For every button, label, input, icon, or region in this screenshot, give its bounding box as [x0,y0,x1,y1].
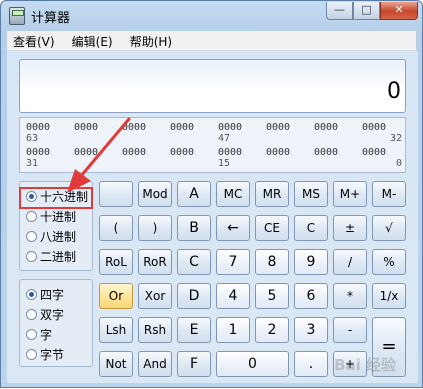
calculator-window: 计算器 — □ ✕ 查看(V) 编辑(E) 帮助(H) 0 0000 0000 … [0,0,423,388]
annotation-arrow-icon [67,117,131,193]
